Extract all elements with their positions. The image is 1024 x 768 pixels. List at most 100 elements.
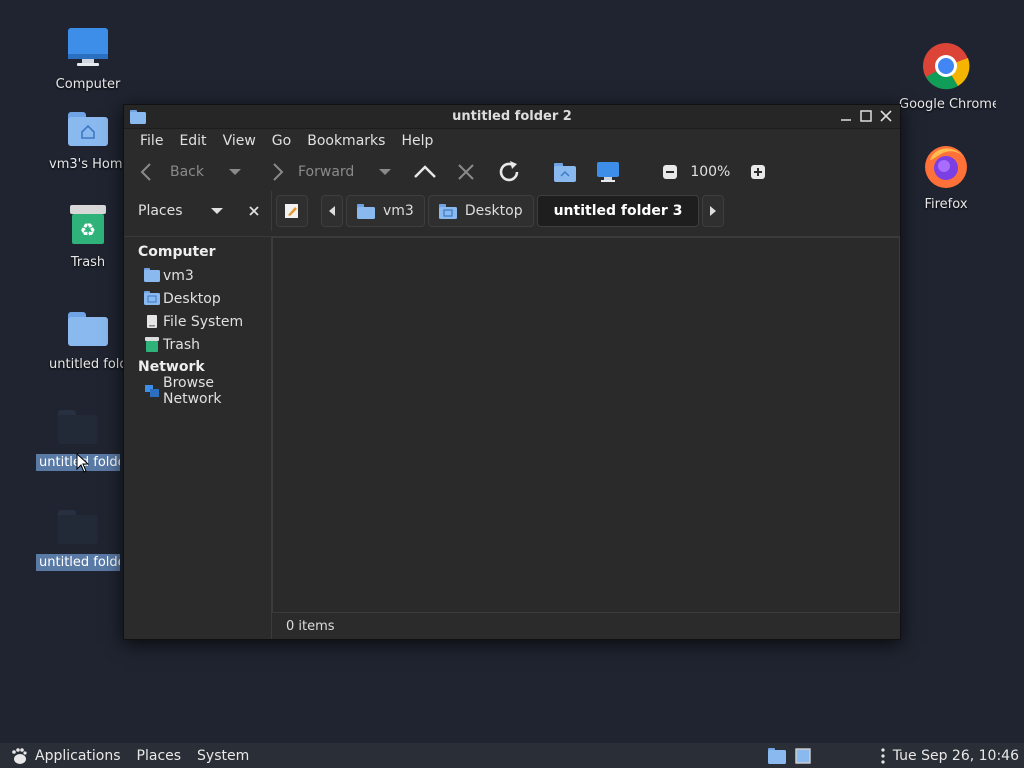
home-folder-icon bbox=[66, 106, 110, 150]
content-pane: 0 items bbox=[272, 237, 900, 639]
back-history-dropdown[interactable] bbox=[228, 157, 242, 187]
trash-icon: ♻ bbox=[66, 204, 110, 248]
back-button[interactable]: Back bbox=[136, 157, 204, 187]
sidebar-item-desktop[interactable]: Desktop bbox=[124, 287, 271, 310]
drive-icon bbox=[144, 314, 160, 330]
folder-icon bbox=[130, 109, 146, 124]
breadcrumb-label: vm3 bbox=[383, 203, 414, 219]
breadcrumb-label: untitled folder 3 bbox=[553, 203, 683, 219]
home-folder-icon bbox=[144, 267, 160, 284]
desktop-icon-label: untitled folder bbox=[49, 357, 130, 372]
forward-label: Forward bbox=[298, 164, 355, 180]
system-menu[interactable]: System bbox=[197, 748, 249, 764]
menu-edit[interactable]: Edit bbox=[171, 133, 214, 149]
forward-arrow-icon bbox=[273, 163, 284, 181]
edit-pencil-icon bbox=[285, 204, 298, 218]
desktop-icon-home[interactable]: vm3's Home bbox=[43, 106, 133, 173]
window-titlebar[interactable]: untitled folder 2 bbox=[124, 105, 900, 129]
places-label: Places bbox=[138, 203, 183, 219]
desktop-folder-icon bbox=[438, 203, 457, 219]
toggle-location-entry-button[interactable] bbox=[276, 195, 308, 227]
desktop-icon-label: Trash bbox=[70, 255, 106, 270]
show-desktop-icon[interactable] bbox=[795, 747, 811, 764]
desktop-icon-computer[interactable]: Computer bbox=[43, 26, 133, 93]
desktop-icon-untitled-folder-3[interactable]: untitled folder 3 bbox=[33, 504, 123, 571]
close-sidebar-icon[interactable] bbox=[248, 206, 259, 216]
reload-icon bbox=[500, 161, 519, 182]
breadcrumb-vm3[interactable]: vm3 bbox=[346, 195, 425, 227]
sidebar-mode-selector[interactable]: Places bbox=[124, 191, 272, 231]
gnome-foot-icon bbox=[12, 747, 27, 764]
breadcrumb-untitled-folder-3[interactable]: untitled folder 3 bbox=[536, 195, 700, 227]
breadcrumb-scroll-right[interactable] bbox=[702, 195, 725, 227]
toolbar: Back Forward 100% bbox=[124, 153, 900, 191]
up-arrow-icon bbox=[414, 165, 437, 178]
zoom-in-button[interactable] bbox=[750, 157, 766, 187]
chevron-down-icon bbox=[229, 169, 241, 175]
menu-go[interactable]: Go bbox=[264, 133, 299, 149]
chevron-down-icon bbox=[379, 169, 392, 175]
sidebar-item-label: Trash bbox=[163, 336, 200, 353]
menu-bookmarks[interactable]: Bookmarks bbox=[299, 133, 393, 149]
home-folder-icon bbox=[357, 203, 375, 219]
menu-help[interactable]: Help bbox=[393, 133, 441, 149]
statusbar: 0 items bbox=[272, 613, 900, 639]
sidebar-item-browse-network[interactable]: Browse Network bbox=[124, 375, 271, 407]
sidebar-item-trash[interactable]: Trash bbox=[124, 333, 271, 356]
back-arrow-icon bbox=[140, 163, 151, 181]
zoom-level: 100% bbox=[690, 157, 730, 187]
maximize-button[interactable] bbox=[858, 109, 874, 125]
more-options-icon[interactable] bbox=[881, 747, 885, 764]
sidebar-item-label: File System bbox=[163, 313, 244, 330]
mouse-cursor-icon bbox=[76, 453, 90, 473]
back-label: Back bbox=[170, 164, 204, 180]
desktop-icon-trash[interactable]: ♻ Trash bbox=[43, 204, 133, 271]
desktop-icon-untitled-folder[interactable]: untitled folder bbox=[43, 306, 133, 373]
status-text: 0 items bbox=[286, 618, 335, 634]
close-button[interactable] bbox=[878, 109, 894, 125]
chevron-left-icon bbox=[329, 206, 335, 216]
breadcrumb-scroll-left[interactable] bbox=[321, 195, 343, 227]
up-button[interactable] bbox=[412, 157, 438, 187]
file-manager-taskbar-icon[interactable] bbox=[767, 747, 786, 764]
desktop-icon-label: untitled folder 3 bbox=[36, 554, 120, 571]
desktop-icon-firefox[interactable]: Firefox bbox=[901, 142, 991, 213]
forward-button[interactable]: Forward bbox=[266, 157, 354, 187]
desktop-icon-google-chrome[interactable]: Google Chrome bbox=[899, 42, 996, 113]
sidebar-item-label: vm3 bbox=[163, 267, 194, 284]
places-menu[interactable]: Places bbox=[137, 748, 182, 764]
home-button[interactable] bbox=[554, 157, 577, 187]
menu-file[interactable]: File bbox=[132, 133, 171, 149]
sidebar-item-vm3[interactable]: vm3 bbox=[124, 264, 271, 287]
computer-icon bbox=[597, 162, 620, 182]
breadcrumb: vm3 Desktop untitled folder 3 bbox=[272, 195, 725, 227]
zoom-in-icon bbox=[751, 165, 766, 179]
chrome-icon bbox=[922, 42, 970, 90]
file-view[interactable] bbox=[272, 237, 900, 613]
menubar: File Edit View Go Bookmarks Help bbox=[124, 129, 900, 153]
reload-button[interactable] bbox=[496, 157, 522, 187]
stop-button[interactable] bbox=[456, 157, 476, 187]
computer-icon bbox=[66, 26, 110, 70]
sidebar-item-file-system[interactable]: File System bbox=[124, 310, 271, 333]
file-manager-window: untitled folder 2 File Edit View Go Book… bbox=[123, 104, 901, 640]
sidebar-header-computer: Computer bbox=[138, 244, 216, 260]
menu-view[interactable]: View bbox=[215, 133, 264, 149]
minimize-button[interactable] bbox=[838, 109, 854, 125]
clock[interactable]: Tue Sep 26, 10:46 bbox=[893, 748, 1019, 764]
desktop-icon-label: Computer bbox=[55, 77, 121, 92]
sidebar-item-label: Browse Network bbox=[163, 374, 222, 407]
stop-x-icon bbox=[458, 164, 475, 180]
desktop-icon-label: Google Chrome bbox=[899, 97, 996, 112]
trash-icon bbox=[144, 336, 160, 353]
zoom-out-button[interactable] bbox=[662, 157, 678, 187]
main-area: Computer vm3 Desktop File System Trash N… bbox=[124, 236, 900, 639]
bottom-panel: Applications Places System Tue Sep 26, 1… bbox=[0, 743, 1024, 768]
computer-button[interactable] bbox=[596, 157, 620, 187]
places-sidebar: Computer vm3 Desktop File System Trash N… bbox=[124, 237, 272, 639]
forward-history-dropdown[interactable] bbox=[378, 157, 392, 187]
zoom-label: 100% bbox=[690, 164, 731, 180]
breadcrumb-desktop[interactable]: Desktop bbox=[427, 195, 534, 227]
applications-menu[interactable]: Applications bbox=[35, 748, 121, 764]
home-folder-icon bbox=[554, 163, 577, 182]
